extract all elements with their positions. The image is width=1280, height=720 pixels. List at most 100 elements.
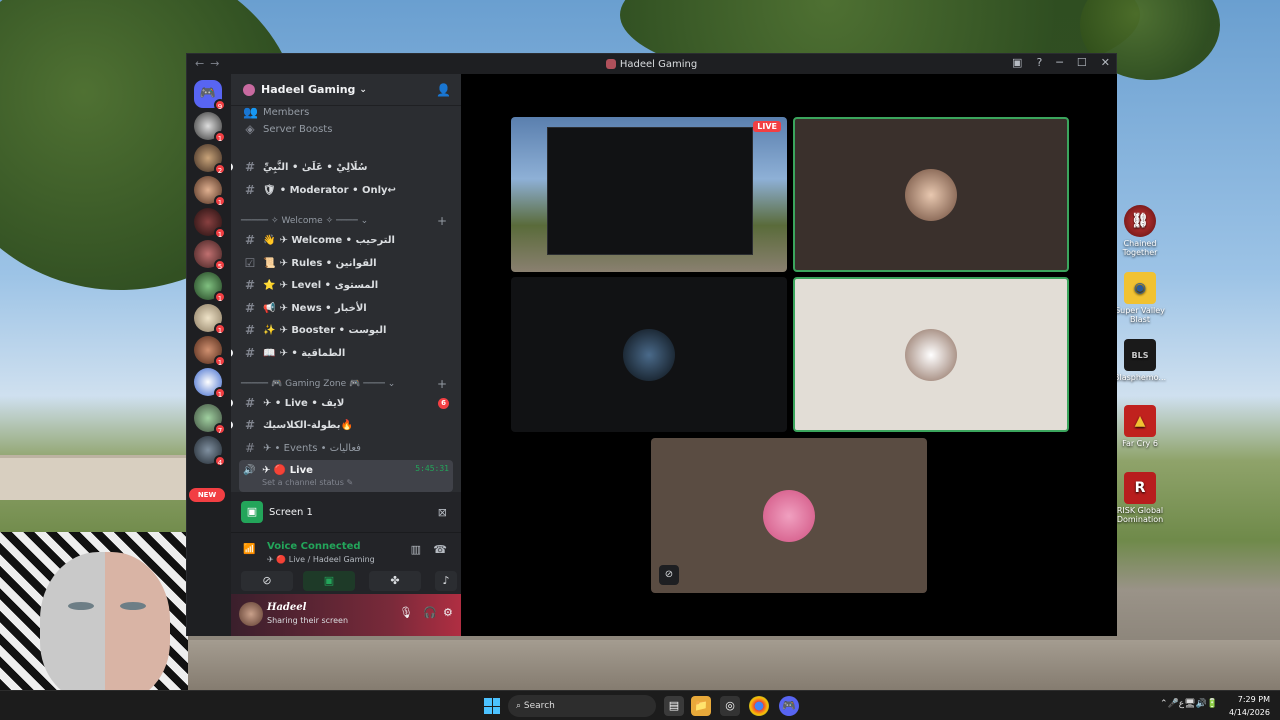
minimize-button[interactable]: ─ — [1056, 56, 1063, 69]
participant-tile[interactable] — [511, 277, 787, 432]
help-icon[interactable]: ? — [1036, 56, 1042, 69]
channel-item[interactable]: ☑ 📜 ✈ Rules • القوانين — [239, 253, 453, 273]
game-icon: BLS — [1124, 339, 1156, 371]
channel-item[interactable]: # ✈ • Live • لايف 6 — [231, 393, 453, 413]
hash-icon: # — [244, 346, 256, 360]
add-channel-icon[interactable]: + — [437, 214, 447, 228]
stop-stream-icon[interactable]: ⊠ — [438, 506, 447, 519]
portrait — [40, 552, 170, 690]
road — [180, 640, 1280, 690]
hash-icon: # — [244, 160, 256, 174]
disconnect-icon[interactable]: ☎ — [433, 543, 447, 556]
stream-preview — [547, 127, 753, 255]
invite-icon[interactable]: 👤 — [436, 83, 451, 97]
user-panel: Hadeel Sharing their screen 🎙 🎧 ⚙ — [231, 594, 461, 636]
channel-item[interactable]: # سُلَالِيْ • عَلَىٰ • النَّبِيِّ — [231, 157, 453, 177]
stream-tile[interactable]: LIVE — [511, 117, 787, 272]
voice-connection-panel: 📶 Voice Connected ✈ 🔴 Live / Hadeel Gami… — [231, 532, 461, 594]
server-list: 🎮 9 1 2 1 1 5 1 1 1 1 7 4 NEW — [187, 74, 231, 636]
voice-channel-live[interactable]: 🔊 ✈ 🔴 Live 5:45:31 Set a channel status ✎ — [239, 460, 453, 492]
hash-icon: # — [244, 323, 256, 337]
game-icon: ⛓ — [1124, 205, 1156, 237]
server-icon[interactable]: 1 — [194, 176, 226, 207]
channel-item[interactable]: # 🛡 • Moderator • Only↩ — [239, 180, 453, 200]
inbox-icon[interactable]: ▣ — [1012, 56, 1022, 69]
participant-tile[interactable] — [793, 117, 1069, 272]
channel-item[interactable]: # بطولة-الكلاسيك🔥 — [231, 415, 453, 435]
discord-icon[interactable]: 🎮 — [779, 696, 799, 716]
rules-icon: ☑ — [244, 256, 256, 270]
game-icon: R — [1124, 472, 1156, 504]
server-icon[interactable]: 2 — [194, 144, 226, 175]
channel-item[interactable]: # 📢 ✈ News • الأخبار — [239, 298, 453, 318]
desktop-icon-risk[interactable]: R RISK Global Domination — [1114, 472, 1166, 524]
server-icon[interactable]: 7 — [194, 404, 226, 435]
noise-suppression-icon[interactable]: ▥ — [411, 543, 421, 556]
speaker-icon: 🔊 — [243, 464, 256, 476]
desktop-icon-blasphemous[interactable]: BLS Blasphemo... — [1114, 339, 1166, 382]
building — [0, 455, 190, 500]
gear-icon[interactable]: ⚙ — [443, 606, 453, 619]
category-welcome[interactable]: ───── ✧ Welcome ✧ ──── ⌄ + — [241, 214, 453, 228]
server-header[interactable]: Hadeel Gaming ⌄ 👤 — [231, 74, 461, 106]
file-explorer-icon[interactable]: 📁 — [691, 696, 711, 716]
app-icon[interactable]: ◎ — [720, 696, 740, 716]
server-icon[interactable]: 1 — [194, 272, 226, 303]
channel-status[interactable]: Set a channel status ✎ — [243, 478, 449, 487]
server-icon[interactable]: 1 — [194, 304, 226, 335]
screen-share-button[interactable]: ▣ — [303, 571, 355, 591]
participant-tile[interactable]: ⊘ — [651, 438, 927, 593]
server-icon[interactable]: 1 — [194, 112, 226, 143]
headphones-icon[interactable]: 🎧 — [423, 606, 437, 619]
server-icon — [605, 58, 616, 69]
clock[interactable]: 7:29 PM 4/14/2026 — [1229, 693, 1270, 719]
hash-icon: # — [244, 396, 256, 410]
avatar — [905, 328, 957, 381]
microphone-icon[interactable]: 🎙 — [399, 606, 413, 619]
server-icon[interactable]: 4 — [194, 436, 226, 467]
desktop-icon-far-cry-6[interactable]: ▲ Far Cry 6 — [1114, 405, 1166, 448]
maximize-button[interactable]: ☐ — [1077, 56, 1087, 69]
server-icon[interactable]: 1 — [194, 336, 226, 367]
channel-sidebar: Hadeel Gaming ⌄ 👤 👥 Members ◈ Server Boost… — [231, 74, 461, 636]
channel-item[interactable]: # ⭐ ✈ Level • المستوى — [239, 275, 453, 295]
game-icon: ◉ — [1124, 272, 1156, 304]
sidebar-item-server-boosts[interactable]: ◈ Server Boosts — [239, 119, 453, 139]
hash-icon: # — [244, 278, 256, 292]
activities-button[interactable]: ✤ — [369, 571, 421, 591]
desktop-icon-super-valley-blast[interactable]: ◉ Super Valley Blast — [1114, 272, 1166, 324]
taskbar: ⌕ Search ▤ 📁 ◎ 🎮 ⌃🎤ع🖥🔊🔋 7:29 PM 4/14/202… — [0, 690, 1280, 720]
close-button[interactable]: ✕ — [1101, 56, 1110, 69]
soundboard-button[interactable]: ♪ — [435, 571, 457, 591]
system-tray[interactable]: ⌃🎤ع🖥🔊🔋 — [1160, 699, 1218, 709]
discord-window: ←→ Hadeel Gaming ▣ ? ─ ☐ ✕ 🎮 9 1 2 1 1 5 … — [186, 53, 1117, 636]
category-gaming-zone[interactable]: ───── 🎮 Gaming Zone 🎮 ──── ⌄ + — [241, 377, 453, 391]
hash-icon: # — [244, 183, 256, 197]
server-icon[interactable]: 1 — [194, 208, 226, 239]
add-channel-icon[interactable]: + — [437, 377, 447, 391]
server-icon[interactable]: 5 — [194, 240, 226, 271]
channel-item[interactable]: # ✈ • Events • فعاليات — [239, 438, 453, 458]
start-button[interactable] — [484, 698, 500, 714]
hash-icon: # — [244, 301, 256, 315]
search-box[interactable]: ⌕ Search — [508, 695, 656, 717]
signal-icon: 📶 — [243, 544, 256, 555]
screen-share-panel: ▣ Screen 1 ⊠ — [231, 492, 461, 532]
server-icon[interactable]: 1 — [194, 368, 226, 399]
avatar[interactable] — [239, 602, 263, 626]
muted-icon: ⊘ — [659, 565, 679, 585]
avatar — [623, 328, 675, 381]
participant-tile[interactable] — [793, 277, 1069, 432]
desktop-icon-chained-together[interactable]: ⛓ Chained Together — [1114, 205, 1166, 257]
home-button[interactable]: 🎮 9 — [194, 80, 226, 111]
task-view-icon[interactable]: ▤ — [664, 696, 684, 716]
chrome-icon[interactable] — [749, 696, 769, 716]
hash-icon: # — [244, 233, 256, 247]
new-badge: NEW — [189, 488, 225, 502]
camera-off-button[interactable]: ⊘ — [241, 571, 293, 591]
channel-item[interactable]: # ✨ ✈ Booster • البوست — [239, 320, 453, 340]
channel-item[interactable]: # 📖 ✈ • الطماقية — [231, 343, 453, 363]
hash-icon: # — [244, 441, 256, 455]
game-icon: ▲ — [1124, 405, 1156, 437]
channel-item[interactable]: # 👋 ✈ Welcome • الترحيب — [239, 230, 453, 250]
